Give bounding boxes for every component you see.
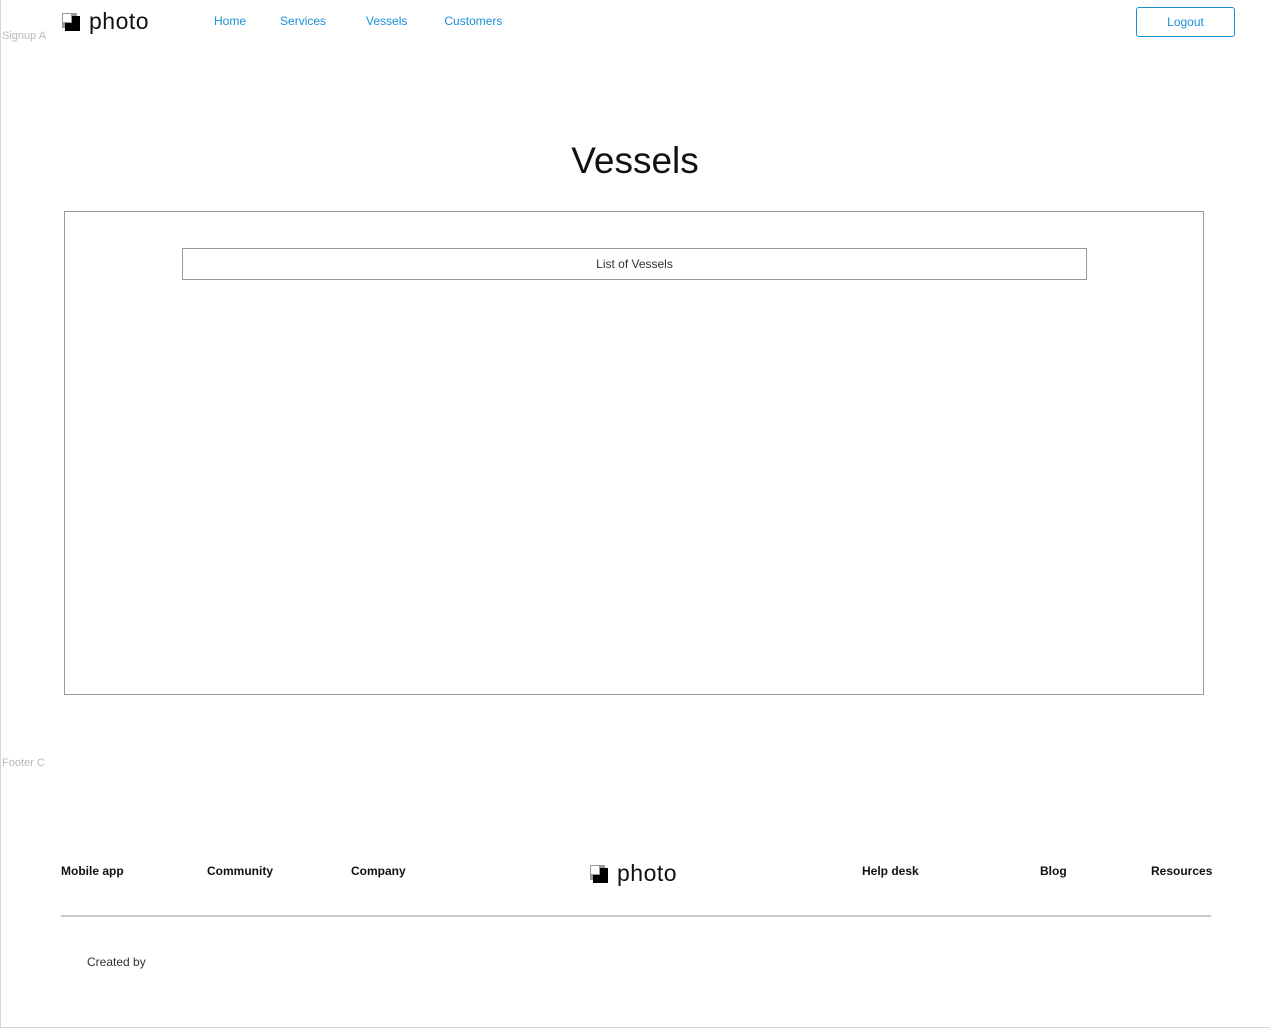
- created-by-text: Created by: [87, 955, 146, 969]
- footer-link-resources[interactable]: Resources: [1151, 864, 1212, 878]
- logo-text: photo: [617, 860, 678, 886]
- section-label-footer: Footer C: [2, 757, 45, 769]
- footer-divider: [61, 915, 1211, 917]
- nav-home[interactable]: Home: [214, 14, 246, 28]
- nav-customers[interactable]: Customers: [444, 14, 502, 28]
- footer-link-company[interactable]: Company: [351, 864, 406, 878]
- nav-services[interactable]: Services: [280, 14, 326, 28]
- main-nav: Home Services Vessels Customers: [214, 14, 502, 28]
- footer-logo[interactable]: photo: [590, 862, 677, 885]
- list-header: List of Vessels: [182, 248, 1087, 280]
- footer-link-mobile-app[interactable]: Mobile app: [61, 864, 124, 878]
- header-logo[interactable]: photo: [62, 10, 149, 33]
- logout-button[interactable]: Logout: [1136, 7, 1235, 37]
- footer-link-blog[interactable]: Blog: [1040, 864, 1067, 878]
- section-label-signup: Signup A: [2, 30, 47, 42]
- footer-link-help-desk[interactable]: Help desk: [862, 864, 919, 878]
- page-title: Vessels: [571, 140, 699, 181]
- nav-vessels[interactable]: Vessels: [366, 14, 407, 28]
- logo-text: photo: [89, 8, 150, 34]
- vessels-panel: List of Vessels: [64, 211, 1204, 695]
- logo-icon: [62, 12, 80, 31]
- footer-link-community[interactable]: Community: [207, 864, 273, 878]
- logo-icon: [590, 864, 608, 883]
